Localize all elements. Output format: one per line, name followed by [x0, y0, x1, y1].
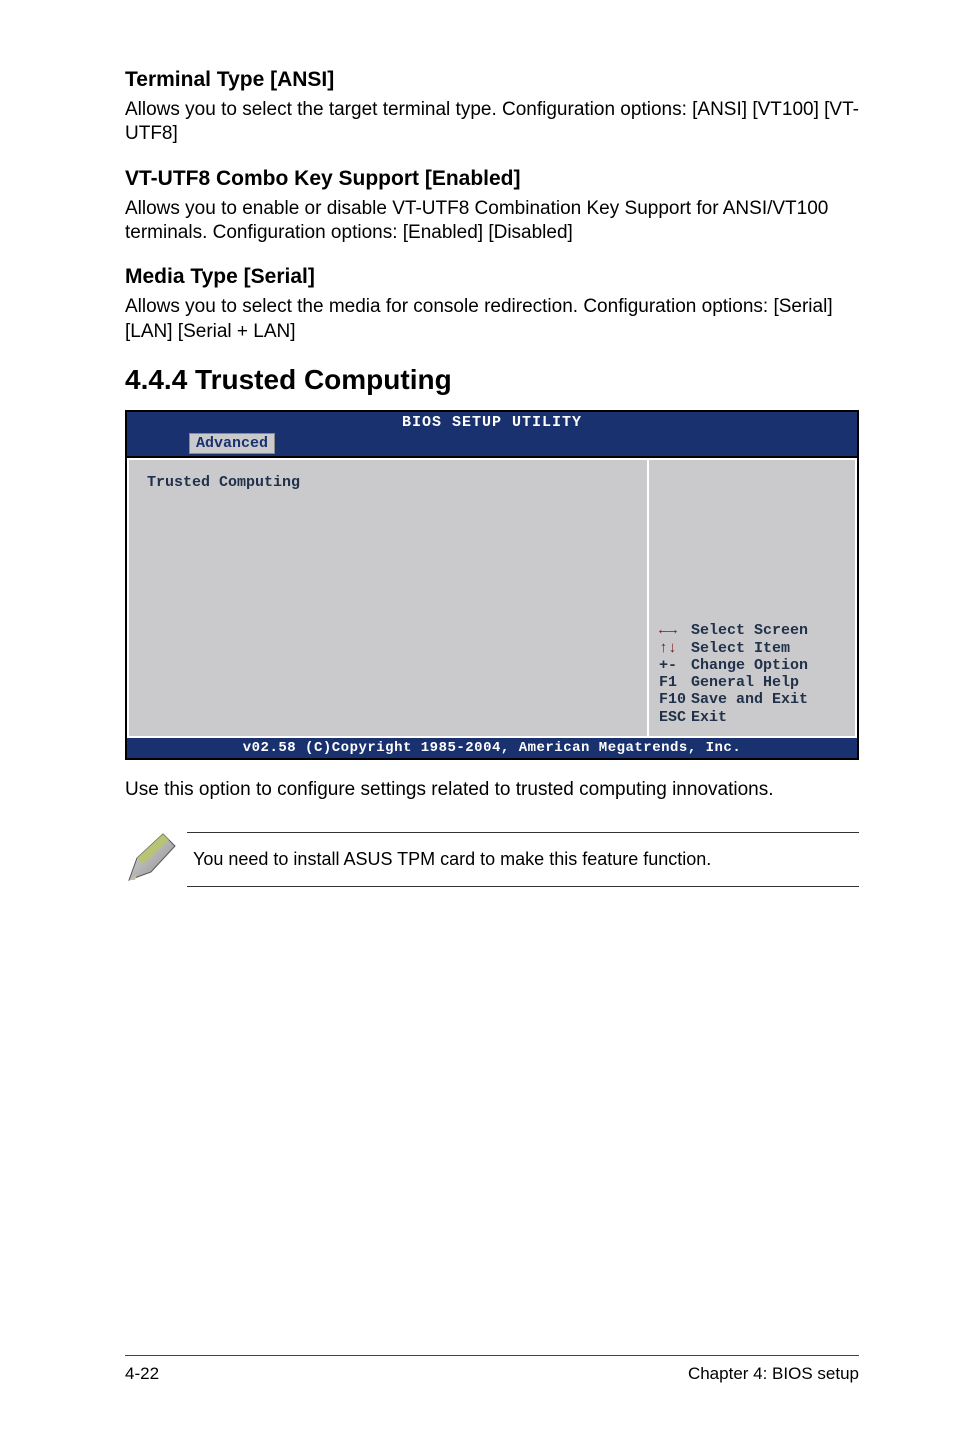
legend-text: Save and Exit	[691, 691, 808, 708]
legend-key: +-	[659, 657, 683, 674]
bios-title: BIOS SETUP UTILITY	[402, 414, 582, 431]
bios-left-pane: Trusted Computing	[127, 458, 647, 738]
legend-select-screen: ←→ Select Screen	[659, 622, 845, 639]
combo-body: Allows you to enable or disable VT-UTF8 …	[125, 197, 859, 246]
bios-top-bar: BIOS SETUP UTILITY Advanced	[127, 412, 857, 456]
legend-save-exit: F10 Save and Exit	[659, 691, 845, 708]
combo-heading: VT-UTF8 Combo Key Support [Enabled]	[125, 167, 859, 191]
legend-text: General Help	[691, 674, 799, 691]
page-number: 4-22	[125, 1364, 159, 1384]
page-footer: 4-22 Chapter 4: BIOS setup	[125, 1355, 859, 1384]
legend-text: Exit	[691, 709, 727, 726]
legend-esc: ESC Exit	[659, 709, 845, 726]
legend-change-option: +- Change Option	[659, 657, 845, 674]
legend-text: Select Screen	[691, 622, 808, 639]
legend-key: F1	[659, 674, 683, 691]
pencil-icon	[117, 830, 187, 888]
chapter-label: Chapter 4: BIOS setup	[688, 1364, 859, 1384]
legend-general-help: F1 General Help	[659, 674, 845, 691]
bios-screenshot: BIOS SETUP UTILITY Advanced Trusted Comp…	[125, 410, 859, 760]
bios-footer: v02.58 (C)Copyright 1985-2004, American …	[127, 738, 857, 758]
media-body: Allows you to select the media for conso…	[125, 295, 859, 344]
note-block: You need to install ASUS TPM card to mak…	[117, 830, 859, 888]
trusted-computing-heading: 4.4.4 Trusted Computing	[125, 364, 859, 396]
legend-key: F10	[659, 691, 683, 708]
terminal-body: Allows you to select the target terminal…	[125, 98, 859, 147]
bios-tab-advanced: Advanced	[189, 433, 275, 454]
trusted-computing-description: Use this option to configure settings re…	[125, 778, 859, 802]
bios-legend-pane: ←→ Select Screen ↑↓ Select Item +- Chang…	[647, 458, 857, 738]
media-heading: Media Type [Serial]	[125, 265, 859, 289]
legend-key: ESC	[659, 709, 683, 726]
legend-select-item: ↑↓ Select Item	[659, 640, 845, 657]
note-text: You need to install ASUS TPM card to mak…	[187, 832, 859, 887]
legend-text: Select Item	[691, 640, 790, 657]
terminal-heading: Terminal Type [ANSI]	[125, 68, 859, 92]
bios-body: Trusted Computing ←→ Select Screen ↑↓ Se…	[127, 456, 857, 738]
bios-menu-trusted-computing: Trusted Computing	[147, 474, 300, 491]
arrows-lr-icon: ←→	[659, 622, 683, 639]
arrows-ud-icon: ↑↓	[659, 640, 683, 657]
legend-text: Change Option	[691, 657, 808, 674]
